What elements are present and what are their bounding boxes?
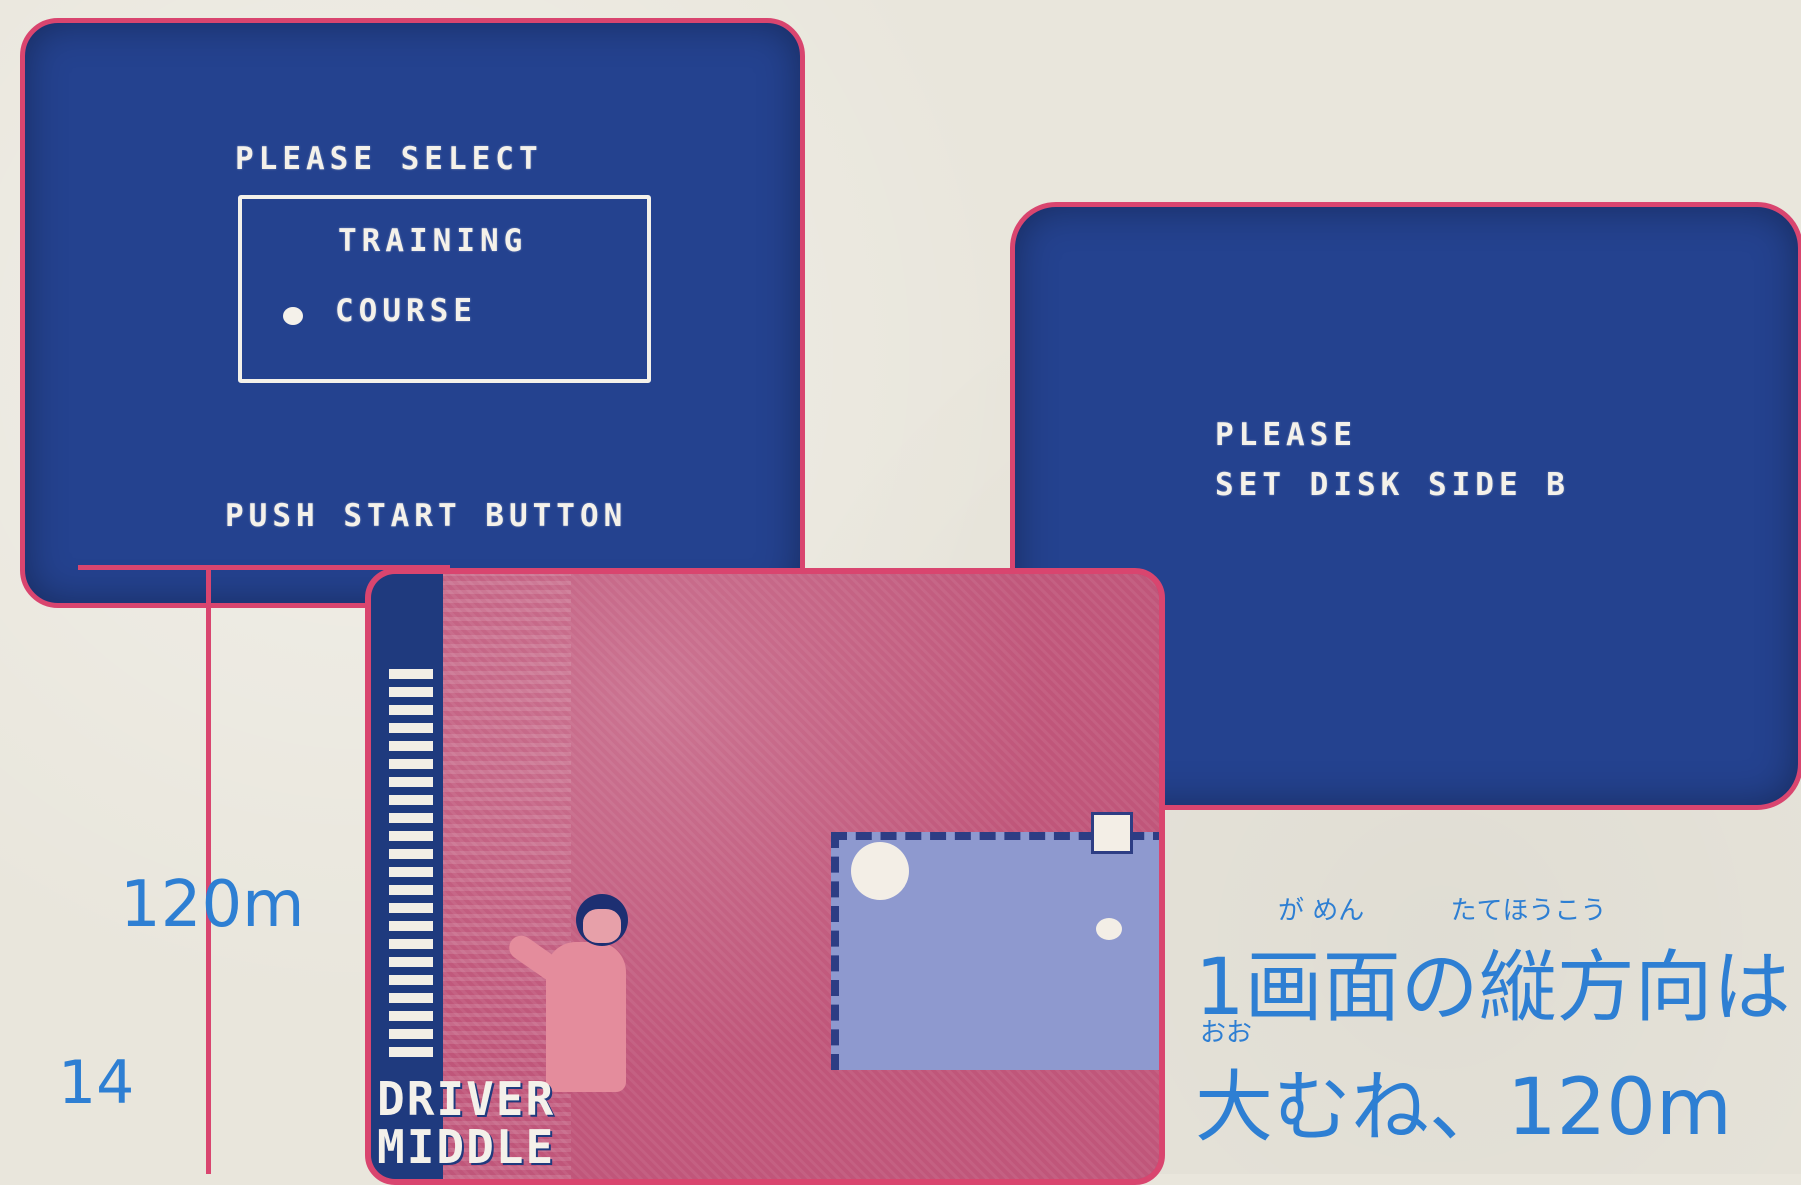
golfer-body — [546, 942, 626, 1092]
menu-option-training[interactable]: TRAINING — [338, 223, 527, 259]
golfer-face — [583, 909, 621, 943]
power-meter-segment — [389, 993, 433, 1003]
caption-furigana-bottom: おお — [1200, 1018, 1253, 1048]
power-meter-segment — [389, 723, 433, 733]
power-meter-segment — [389, 975, 433, 985]
power-meter-segment — [389, 849, 433, 859]
power-meter-segment — [389, 921, 433, 931]
power-meter-segment — [389, 1011, 433, 1021]
disk-prompt-line1: PLEASE — [1215, 417, 1357, 453]
hole-cup-icon — [1096, 918, 1122, 940]
power-meter-segment — [389, 705, 433, 715]
caption-line2: 大むね、120m — [1195, 1063, 1732, 1153]
power-meter-segment — [389, 831, 433, 841]
game-screen: DRIVER MIDDLE — [365, 568, 1165, 1185]
power-meter-segment — [389, 885, 433, 895]
power-meter-segment — [389, 1029, 433, 1039]
shot-label: MIDDLE — [377, 1120, 556, 1174]
power-meter-segment — [389, 687, 433, 697]
page-number: 14 — [58, 1048, 135, 1118]
power-meter-segment — [389, 939, 433, 949]
power-meter-segment — [389, 867, 433, 877]
power-meter-segment — [389, 957, 433, 967]
power-meter-segment — [389, 903, 433, 913]
power-meter-segment — [389, 1047, 433, 1057]
power-meter-segment — [389, 795, 433, 805]
menu-heading: PLEASE SELECT — [235, 141, 543, 177]
caption-line1: 1画面の縦方向は — [1195, 943, 1791, 1033]
club-label: DRIVER — [377, 1072, 556, 1126]
ball-icon — [851, 842, 909, 900]
disk-prompt-line2: SET DISK SIDE B — [1215, 467, 1570, 503]
power-meter-segment — [389, 741, 433, 751]
power-meter-segment — [389, 777, 433, 787]
power-meter-segment — [389, 669, 433, 679]
caption-furigana-top: が めん たてほうこう — [1278, 896, 1607, 926]
menu-screen: PLEASE SELECT TRAINING COURSE PUSH START… — [20, 18, 805, 608]
power-meter-segment — [389, 813, 433, 823]
flag-icon — [1091, 812, 1133, 854]
start-prompt: PUSH START BUTTON — [225, 498, 628, 534]
menu-option-course[interactable]: COURSE — [335, 293, 477, 329]
power-meter-segment — [389, 759, 433, 769]
selection-cursor-icon — [283, 307, 303, 325]
distance-label: 120m — [120, 868, 305, 942]
